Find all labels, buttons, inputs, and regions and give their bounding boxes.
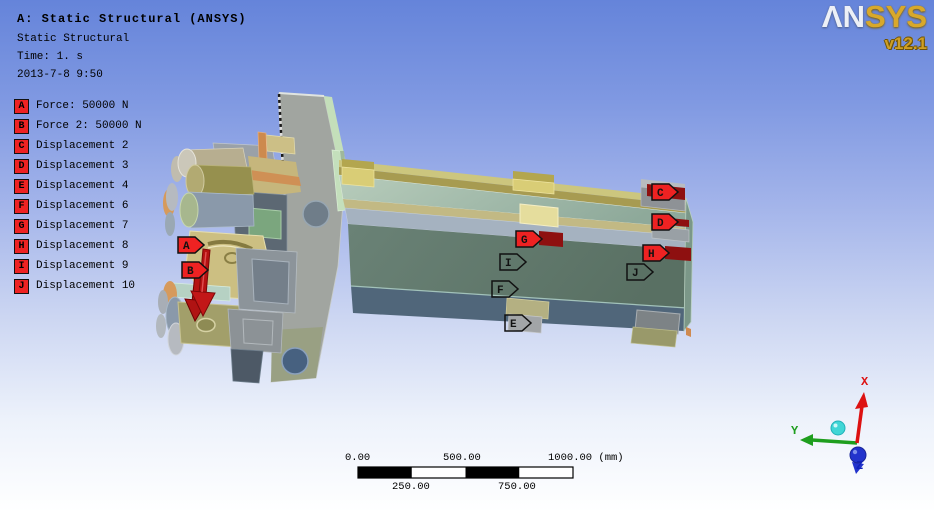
analysis-date: 2013-7-8 9:50 [17, 68, 103, 82]
scale-label-0: 0.00 [345, 452, 370, 464]
legend-item-h[interactable]: H Displacement 8 [14, 236, 142, 256]
y-axis-label: Y [791, 424, 798, 438]
legend-item-a[interactable]: A Force: 50000 N [14, 96, 142, 116]
scale-label-750: 750.00 [498, 481, 536, 493]
legend-key-badge: I [14, 259, 29, 274]
legend-key-badge: F [14, 199, 29, 214]
legend-key-badge: D [14, 159, 29, 174]
analysis-title: A: Static Structural (ANSYS) [17, 12, 247, 26]
scale-label-250: 250.00 [392, 481, 430, 493]
scale-label-500: 500.00 [443, 452, 481, 464]
legend-item-c[interactable]: C Displacement 2 [14, 136, 142, 156]
ansys-logo-an: ΛN [822, 0, 865, 34]
legend-item-i[interactable]: I Displacement 9 [14, 256, 142, 276]
legend-key-badge: B [14, 119, 29, 134]
svg-text:B: B [187, 266, 194, 278]
legend-key-badge: A [14, 99, 29, 114]
legend-item-f[interactable]: F Displacement 6 [14, 196, 142, 216]
svg-text:H: H [648, 249, 655, 261]
legend-key-badge: H [14, 239, 29, 254]
svg-text:F: F [497, 285, 504, 297]
analysis-time: Time: 1. s [17, 50, 83, 64]
legend-key-badge: J [14, 279, 29, 294]
scale-bar [358, 467, 573, 478]
y-axis[interactable] [812, 440, 857, 443]
load-legend: A Force: 50000 N B Force 2: 50000 N C Di… [14, 96, 142, 296]
x-axis-arrowhead[interactable] [855, 392, 868, 409]
scale-label-1000-mm: 1000.00 (mm) [548, 452, 624, 464]
legend-key-badge: C [14, 139, 29, 154]
svg-text:I: I [505, 258, 512, 270]
legend-item-b[interactable]: B Force 2: 50000 N [14, 116, 142, 136]
legend-item-d[interactable]: D Displacement 3 [14, 156, 142, 176]
svg-text:C: C [657, 188, 664, 200]
ansys-logo-sys: SYS [865, 0, 927, 34]
legend-key-badge: G [14, 219, 29, 234]
upper-cylinders [163, 148, 254, 236]
svg-text:G: G [521, 235, 528, 247]
x-axis-label: X [861, 375, 868, 389]
plate-hole-top [303, 201, 329, 227]
legend-key-badge: E [14, 179, 29, 194]
svg-text:A: A [183, 241, 190, 253]
analysis-subtitle: Static Structural [17, 32, 129, 46]
x-axis[interactable] [857, 406, 862, 443]
legend-item-g[interactable]: G Displacement 7 [14, 216, 142, 236]
ansys-graphics-window: { "header": { "title": "A: Static Struct… [0, 0, 934, 512]
plate-hole-bottom [282, 348, 308, 374]
iso-view-ball[interactable] [831, 421, 845, 435]
svg-text:D: D [657, 218, 664, 230]
ansys-version: v12.1 [822, 36, 927, 52]
y-axis-arrowhead[interactable] [800, 434, 813, 446]
ansys-logo: ΛNSYS v12.1 [822, 2, 927, 52]
svg-text:J: J [632, 268, 639, 280]
legend-item-e[interactable]: E Displacement 4 [14, 176, 142, 196]
z-axis-label: Z [856, 459, 863, 473]
svg-text:E: E [510, 319, 517, 331]
legend-item-j[interactable]: J Displacement 10 [14, 276, 142, 296]
